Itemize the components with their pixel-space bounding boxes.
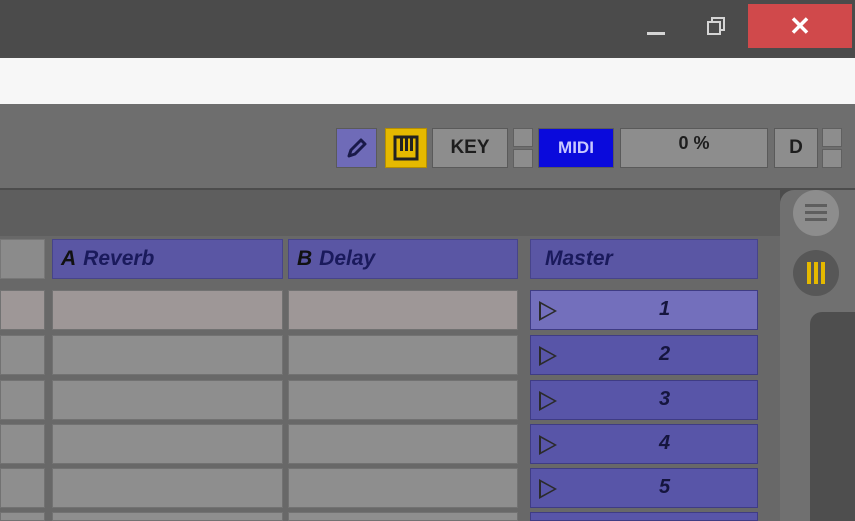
restore-icon	[707, 17, 725, 35]
clip-slot[interactable]	[52, 512, 283, 521]
play-icon	[539, 301, 557, 321]
panel-inset	[810, 312, 855, 521]
restore-button[interactable]	[690, 4, 742, 48]
track-header-b-delay[interactable]: B Delay	[288, 239, 518, 279]
scene-number: 1	[659, 298, 671, 320]
track-name: Reverb	[83, 247, 155, 270]
pencil-icon	[347, 138, 366, 158]
minimize-button[interactable]	[630, 4, 682, 48]
scene-launch-button[interactable]: 4	[530, 424, 758, 464]
clip-slot[interactable]	[52, 380, 283, 420]
minimize-icon	[647, 31, 665, 35]
clip-slot[interactable]	[52, 424, 283, 464]
clip-slot[interactable]	[52, 468, 283, 508]
track-header-partial[interactable]	[0, 239, 45, 279]
play-icon	[539, 479, 557, 499]
clip-slot[interactable]	[0, 335, 45, 375]
scene-launch-button[interactable]: 1	[530, 290, 758, 330]
close-button[interactable]: ✕	[748, 4, 852, 48]
clip-slot[interactable]	[288, 468, 518, 508]
scene-number: 4	[659, 432, 671, 454]
clip-slot[interactable]	[288, 290, 518, 330]
scene-launch-button-partial[interactable]	[530, 512, 758, 521]
computer-midi-keyboard-button[interactable]	[385, 128, 427, 168]
clip-slot[interactable]	[0, 290, 45, 330]
play-icon	[539, 435, 557, 455]
play-icon	[539, 346, 557, 366]
track-header-a-reverb[interactable]: A Reverb	[52, 239, 283, 279]
scene-number: 3	[659, 388, 671, 410]
close-icon: ✕	[789, 11, 811, 41]
scene-launch-button[interactable]: 5	[530, 468, 758, 508]
scene-number: 5	[659, 476, 671, 498]
key-mini-button-top[interactable]	[513, 128, 533, 147]
clip-slot[interactable]	[52, 290, 283, 330]
d-button[interactable]: D	[774, 128, 818, 168]
midi-map-button[interactable]: MIDI	[538, 128, 614, 168]
clip-slot[interactable]	[0, 512, 45, 521]
cpu-load-meter: 0 %	[620, 128, 768, 168]
d-mini-button-bottom[interactable]	[822, 149, 842, 168]
clip-slot[interactable]	[0, 380, 45, 420]
clip-slot[interactable]	[288, 512, 518, 521]
key-mini-button-bottom[interactable]	[513, 149, 533, 168]
mixer-bars-icon	[807, 262, 825, 284]
scene-launch-button[interactable]: 2	[530, 335, 758, 375]
hamburger-list-icon	[805, 204, 827, 221]
clip-slot[interactable]	[52, 335, 283, 375]
clip-slot[interactable]	[0, 424, 45, 464]
track-letter: A	[61, 247, 77, 270]
d-mini-button-top[interactable]	[822, 128, 842, 147]
scene-number: 2	[659, 343, 671, 365]
key-map-button[interactable]: KEY	[432, 128, 508, 168]
track-header-master[interactable]: Master	[530, 239, 758, 279]
clip-slot[interactable]	[288, 380, 518, 420]
track-name: Delay	[319, 247, 376, 270]
track-letter: B	[297, 247, 313, 270]
list-view-button[interactable]	[793, 190, 839, 236]
play-icon	[539, 391, 557, 411]
draw-mode-button[interactable]	[336, 128, 377, 168]
piano-keys-icon	[393, 135, 419, 161]
clip-slot[interactable]	[288, 335, 518, 375]
menu-bar	[0, 58, 855, 104]
clip-slot[interactable]	[288, 424, 518, 464]
scene-launch-button[interactable]: 3	[530, 380, 758, 420]
mixer-view-button[interactable]	[793, 250, 839, 296]
clip-slot[interactable]	[0, 468, 45, 508]
